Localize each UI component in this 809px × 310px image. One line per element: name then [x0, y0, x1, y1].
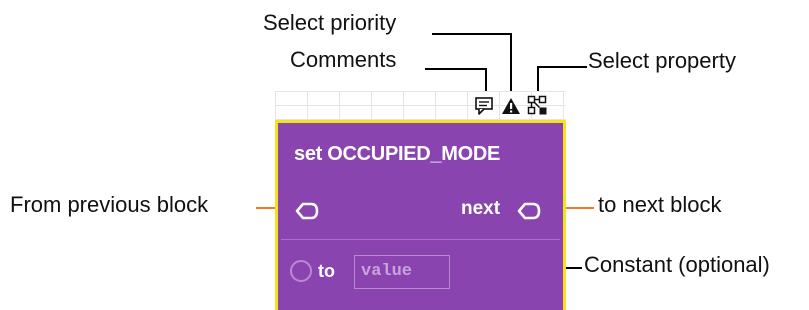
select-property-label: Select property: [588, 48, 736, 73]
select-priority-line: [432, 33, 512, 94]
property-icon[interactable]: [527, 95, 549, 117]
set-block[interactable]: set OCCUPIED_MODE next to value: [275, 120, 566, 310]
select-property-line: [537, 66, 587, 94]
block-divider: [281, 239, 560, 240]
to-next-block-label: to next block: [598, 192, 722, 217]
workspace-grid: [275, 91, 566, 123]
select-priority-label: Select priority: [263, 10, 397, 35]
value-input-socket[interactable]: [290, 260, 312, 282]
block-title: set OCCUPIED_MODE: [294, 143, 501, 165]
next-block-connector[interactable]: [517, 202, 541, 220]
warning-icon[interactable]: [500, 96, 522, 116]
constant-optional-label: Constant (optional): [584, 252, 770, 277]
from-previous-block-label: From previous block: [10, 192, 209, 217]
to-label: to: [318, 261, 335, 281]
next-label: next: [461, 198, 501, 219]
comment-icon[interactable]: [474, 96, 496, 116]
comments-label: Comments: [290, 47, 397, 72]
previous-block-connector[interactable]: [295, 202, 319, 220]
value-field[interactable]: value: [354, 255, 450, 289]
